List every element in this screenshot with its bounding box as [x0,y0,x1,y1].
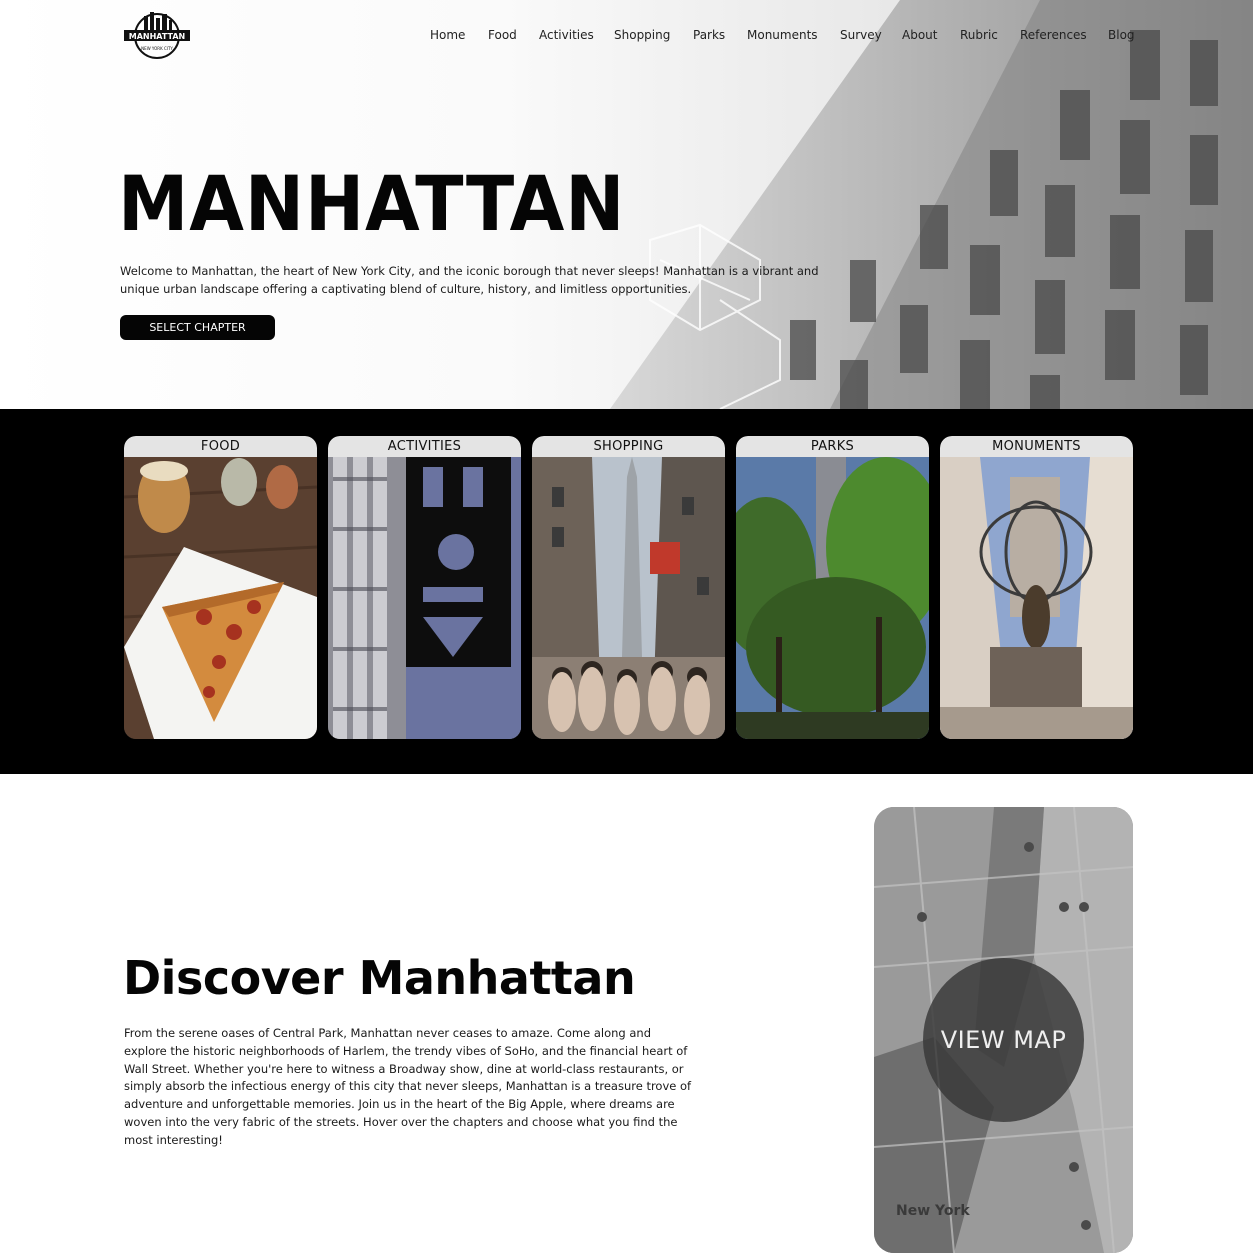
nav-survey[interactable]: Survey [840,28,882,42]
chapter-card-food[interactable]: FOOD [124,436,317,739]
hero-title: MANHATTAN [118,159,626,248]
nav-shopping[interactable]: Shopping [614,28,670,42]
view-map-button[interactable]: VIEW MAP [923,958,1084,1122]
map-card[interactable]: VIEW MAP New York [874,807,1133,1253]
hero-description: Welcome to Manhattan, the heart of New Y… [120,264,819,296]
moma-photo [328,457,521,739]
street-shopping-photo [532,457,725,739]
hero-section: MANHATTAN NEW YORK CITY Home Food Activi… [0,0,1253,409]
chapter-card-shopping[interactable]: SHOPPING [532,436,725,739]
nav-monuments[interactable]: Monuments [747,28,818,42]
nav-about[interactable]: About [902,28,937,42]
chapter-label: FOOD [124,436,317,457]
view-map-label: VIEW MAP [940,1026,1067,1054]
chapter-strip: FOOD ACTIVITIES SHOPPING PARKS MONUMENTS [0,409,1253,774]
chapter-label: SHOPPING [532,436,725,457]
nav-parks[interactable]: Parks [693,28,725,42]
nav-food[interactable]: Food [488,28,517,42]
discover-description: From the serene oases of Central Park, M… [124,1026,692,1147]
nav-activities[interactable]: Activities [539,28,594,42]
select-chapter-button[interactable]: SELECT CHAPTER [120,315,275,340]
chapter-label: MONUMENTS [940,436,1133,457]
chapter-label: ACTIVITIES [328,436,521,457]
discover-title: Discover Manhattan [123,951,636,1005]
nav-home[interactable]: Home [430,28,465,42]
atlas-statue-photo [940,457,1133,739]
chapter-label: PARKS [736,436,929,457]
map-city-label: New York [896,1203,970,1219]
chapter-card-parks[interactable]: PARKS [736,436,929,739]
nav-rubric[interactable]: Rubric [960,28,998,42]
chapter-card-activities[interactable]: ACTIVITIES [328,436,521,739]
main-nav: Home Food Activities Shopping Parks Monu… [0,28,1253,48]
pizza-photo [124,457,317,739]
nav-blog[interactable]: Blog [1108,28,1135,42]
nav-references[interactable]: References [1020,28,1087,42]
park-photo [736,457,929,739]
chapter-card-monuments[interactable]: MONUMENTS [940,436,1133,739]
